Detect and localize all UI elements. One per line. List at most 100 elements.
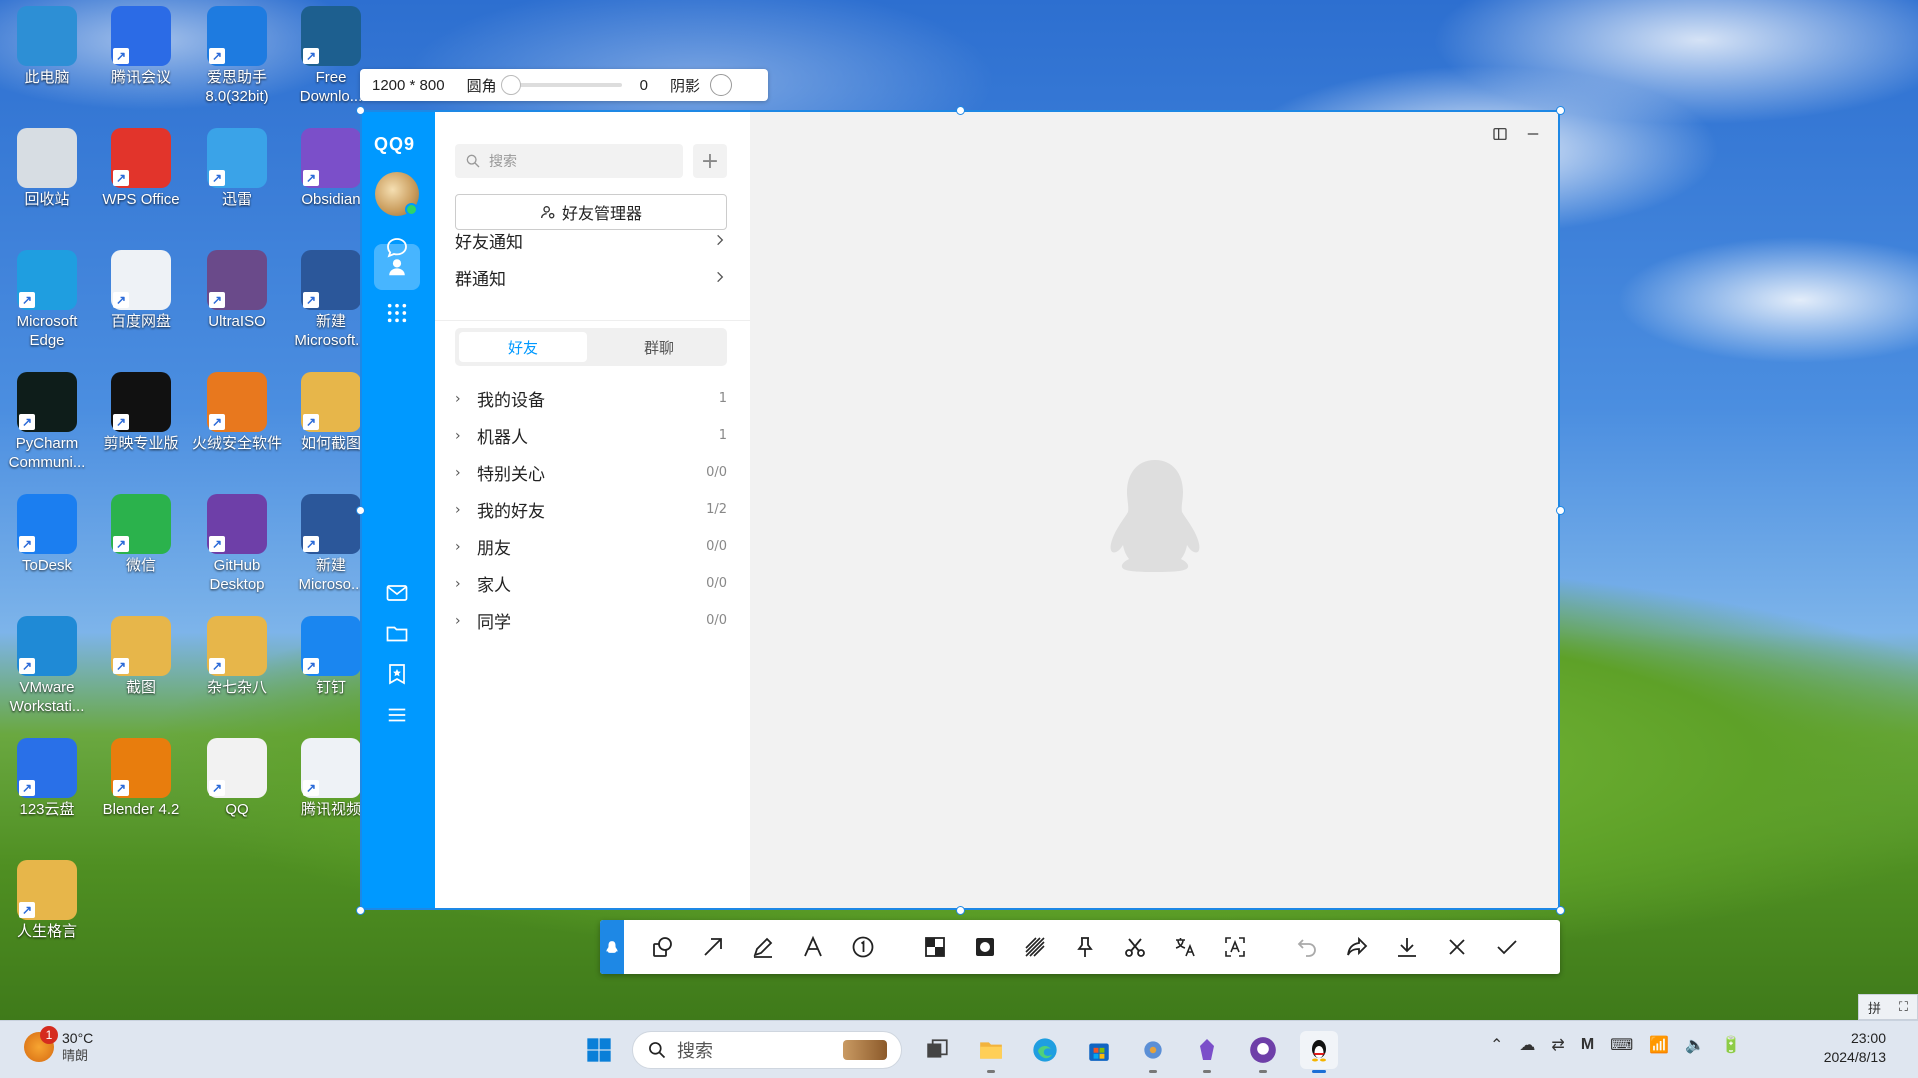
minimize-button[interactable] — [1518, 122, 1548, 146]
resize-handle[interactable] — [1556, 906, 1565, 915]
crop-tool-icon — [1125, 938, 1145, 957]
friend-group-item[interactable]: › 同学 0/0 — [455, 602, 727, 639]
maximize-button[interactable] — [1551, 122, 1560, 146]
apps-nav-button[interactable] — [374, 290, 420, 336]
favorites-nav-button[interactable] — [374, 651, 420, 697]
desktop-icon[interactable]: ↗ 人生格言 — [2, 854, 92, 941]
cloud-icon[interactable]: ☁ — [1519, 1035, 1535, 1055]
resize-handle[interactable] — [356, 506, 365, 515]
slider-knob[interactable] — [500, 75, 521, 95]
desktop-icon[interactable]: ↗ 剪映专业版 — [96, 366, 186, 453]
sync-icon[interactable]: ⇄ — [1551, 1035, 1564, 1055]
contacts-nav-button[interactable] — [374, 244, 420, 290]
blur-tool-button[interactable] — [960, 927, 1010, 967]
pin-window-button[interactable] — [1485, 122, 1515, 146]
ime-mode-indicator[interactable]: 拼 ⛶ — [1858, 994, 1918, 1020]
resize-handle[interactable] — [356, 906, 365, 915]
resize-handle[interactable] — [956, 106, 965, 115]
qq-taskbar-button[interactable] — [1300, 1031, 1338, 1073]
shape-tool-button[interactable] — [638, 927, 688, 967]
share-button[interactable] — [1332, 927, 1382, 967]
desktop-icon[interactable]: ↗ WPS Office — [96, 122, 186, 209]
desktop-icon[interactable]: ↗ 百度网盘 — [96, 244, 186, 331]
edge-taskbar-button[interactable] — [1026, 1031, 1064, 1069]
desktop-icon[interactable]: ↗ 腾讯会议 — [96, 0, 186, 87]
pen-tool-button[interactable] — [738, 927, 788, 967]
store-taskbar-button[interactable] — [1080, 1031, 1118, 1069]
corner-radius-slider[interactable] — [500, 75, 622, 95]
number-tool-button[interactable] — [838, 927, 888, 967]
desktop-icon[interactable]: 此电脑 — [2, 0, 92, 87]
pycharm-icon: ↗ — [17, 372, 77, 432]
desktop-icon[interactable]: ↗ UltraISO — [192, 244, 282, 331]
settings-taskbar-button[interactable] — [1134, 1031, 1172, 1073]
friend-group-item[interactable]: › 我的好友 1/2 — [455, 491, 727, 528]
github-taskbar-button[interactable] — [1244, 1031, 1282, 1073]
desktop-icon[interactable]: ↗ PyCharm Communi... — [2, 366, 92, 472]
desktop-icon[interactable]: 回收站 — [2, 122, 92, 209]
tab-friends[interactable]: 好友 — [459, 332, 587, 362]
wifi-icon[interactable]: 📶 — [1649, 1035, 1669, 1055]
desktop-icon[interactable]: ↗ 火绒安全软件 — [192, 366, 282, 453]
desktop-icon[interactable]: ↗ 微信 — [96, 488, 186, 575]
menu-nav-button[interactable] — [374, 692, 420, 738]
desktop-icon[interactable]: ↗ QQ — [192, 732, 282, 819]
desktop-icon[interactable]: ↗ 杂七杂八 — [192, 610, 282, 697]
files-nav-button[interactable] — [374, 610, 420, 656]
desktop-icon[interactable]: ↗ 迅雷 — [192, 122, 282, 209]
shortcut-arrow-icon: ↗ — [303, 780, 319, 796]
shadow-toggle[interactable] — [709, 74, 732, 96]
text-tool-button[interactable] — [788, 927, 838, 967]
task-view-button[interactable] — [918, 1031, 956, 1069]
obsidian-taskbar-button[interactable] — [1188, 1031, 1226, 1073]
add-contact-button[interactable]: + — [693, 144, 727, 178]
friend-group-item[interactable]: › 特别关心 0/0 — [455, 454, 727, 491]
weather-widget[interactable]: 1 30°C 晴朗 — [24, 1026, 93, 1065]
xunlei-icon: ↗ — [207, 128, 267, 188]
file-explorer-button[interactable] — [972, 1031, 1010, 1073]
desktop-icon[interactable]: ↗ 爱思助手 8.0(32bit) — [192, 0, 282, 106]
pin-tool-button[interactable] — [1060, 927, 1110, 967]
desktop-icon[interactable]: ↗ Blender 4.2 — [96, 732, 186, 819]
resize-handle[interactable] — [356, 106, 365, 115]
chevron-up-icon[interactable]: ⌃ — [1490, 1035, 1503, 1055]
friend-group-item[interactable]: › 机器人 1 — [455, 417, 727, 454]
desktop-icon[interactable]: ↗ ToDesk — [2, 488, 92, 575]
contact-search-input[interactable]: 搜索 — [455, 144, 683, 178]
desktop-icon-label: 微信 — [125, 557, 156, 574]
taskbar-search-box[interactable]: 搜索 — [632, 1031, 902, 1069]
crop-tool-button[interactable] — [1110, 927, 1160, 967]
resize-handle[interactable] — [1556, 106, 1565, 115]
resize-handle[interactable] — [1556, 506, 1565, 515]
cancel-button[interactable] — [1432, 927, 1482, 967]
desktop-icon[interactable]: ↗ Microsoft Edge — [2, 244, 92, 350]
tab-groups[interactable]: 群聊 — [595, 332, 723, 362]
ocr-tool-button[interactable] — [1210, 927, 1260, 967]
download-button[interactable] — [1382, 927, 1432, 967]
volume-icon[interactable]: 🔈 — [1685, 1035, 1705, 1055]
desktop-icon[interactable]: ↗ GitHub Desktop — [192, 488, 282, 594]
arrow-tool-button[interactable] — [688, 927, 738, 967]
system-clock[interactable]: 23:00 2024/8/13 — [1796, 1029, 1886, 1067]
friend-group-item[interactable]: › 朋友 0/0 — [455, 528, 727, 565]
huorong-icon: ↗ — [207, 372, 267, 432]
qq-bell-tool[interactable] — [600, 920, 624, 974]
desktop-icon[interactable]: ↗ VMware Workstati... — [2, 610, 92, 716]
resize-handle[interactable] — [956, 906, 965, 915]
friend-group-item[interactable]: › 我的设备 1 — [455, 380, 727, 417]
confirm-button[interactable] — [1482, 927, 1532, 967]
mosaic-tool-button[interactable] — [910, 927, 960, 967]
friend-group-item[interactable]: › 家人 0/0 — [455, 565, 727, 602]
undo-button[interactable] — [1282, 927, 1332, 967]
desktop-icon-label: 回收站 — [24, 191, 70, 208]
battery-icon[interactable]: 🔋 — [1721, 1035, 1741, 1055]
number-tool-icon — [852, 936, 874, 958]
hatch-tool-button[interactable] — [1010, 927, 1060, 967]
start-button[interactable] — [580, 1031, 618, 1069]
desktop-icon[interactable]: ↗ 截图 — [96, 610, 186, 697]
group-notification-item[interactable]: 群通知 — [455, 255, 727, 299]
m-app-icon[interactable]: M — [1581, 1036, 1594, 1054]
keyboard-icon[interactable]: ⌨ — [1610, 1035, 1633, 1055]
translate-tool-button[interactable] — [1160, 927, 1210, 967]
desktop-icon[interactable]: ↗ 123云盘 — [2, 732, 92, 819]
